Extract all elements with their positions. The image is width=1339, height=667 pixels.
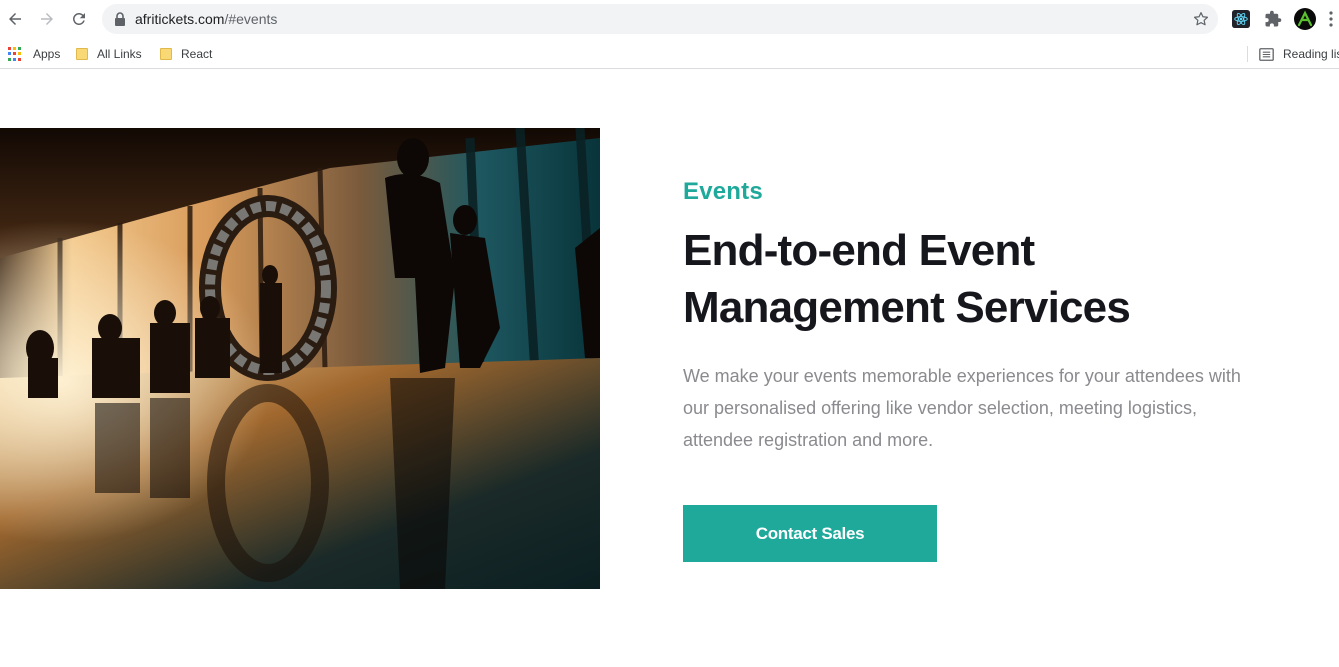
folder-icon: [76, 48, 88, 60]
address-bar[interactable]: afritickets.com/#events: [102, 4, 1218, 34]
url-text: afritickets.com/#events: [135, 11, 277, 27]
bookmark-react[interactable]: React: [160, 44, 212, 64]
avatar-icon: [1294, 8, 1316, 30]
reload-icon: [72, 12, 85, 25]
folder-icon: [160, 48, 172, 60]
headline-line-2: Management Services: [683, 283, 1131, 332]
event-photo-illustration: [0, 128, 600, 589]
extensions-button[interactable]: [1263, 9, 1283, 29]
react-icon: [1232, 10, 1250, 28]
event-venue-photo: [0, 128, 600, 589]
reading-list-label: Reading lis: [1283, 47, 1339, 61]
puzzle-icon: [1265, 10, 1282, 27]
bookmark-label: Apps: [33, 47, 61, 61]
arrow-left-icon: [9, 13, 21, 25]
apps-grid-icon: [8, 47, 22, 61]
section-eyebrow: Events: [683, 178, 763, 205]
back-button[interactable]: [3, 7, 27, 31]
profile-avatar[interactable]: [1294, 8, 1316, 30]
reading-list-icon: [1259, 47, 1274, 61]
browser-menu-button[interactable]: [1326, 9, 1336, 29]
headline-line-1: End-to-end Event: [683, 226, 1035, 275]
contact-sales-button[interactable]: Contact Sales: [683, 505, 937, 562]
section-description: We make your events memorable experience…: [683, 366, 1241, 450]
more-vert-icon: [1329, 11, 1333, 27]
bookmark-label: All Links: [97, 47, 142, 61]
bookmarks-bar: Apps All Links React Reading lis: [0, 38, 1339, 69]
forward-button[interactable]: [35, 7, 59, 31]
bookmark-label: React: [181, 47, 213, 61]
bookmark-all-links[interactable]: All Links: [76, 44, 142, 64]
url-path: /#events: [224, 11, 278, 27]
bookmark-star-icon[interactable]: [1192, 10, 1210, 28]
reading-list-button[interactable]: Reading lis: [1259, 44, 1339, 64]
section-headline: End-to-end Event Management Services: [683, 222, 1243, 336]
lock-icon: [115, 12, 125, 26]
browser-toolbar: afritickets.com/#events: [0, 0, 1339, 38]
bookmark-apps[interactable]: Apps: [8, 44, 60, 64]
reload-button[interactable]: [67, 7, 91, 31]
react-devtools-extension[interactable]: [1231, 9, 1251, 29]
url-host: afritickets.com: [135, 11, 225, 27]
bookmarks-divider: [1247, 46, 1248, 62]
arrow-right-icon: [41, 13, 53, 25]
